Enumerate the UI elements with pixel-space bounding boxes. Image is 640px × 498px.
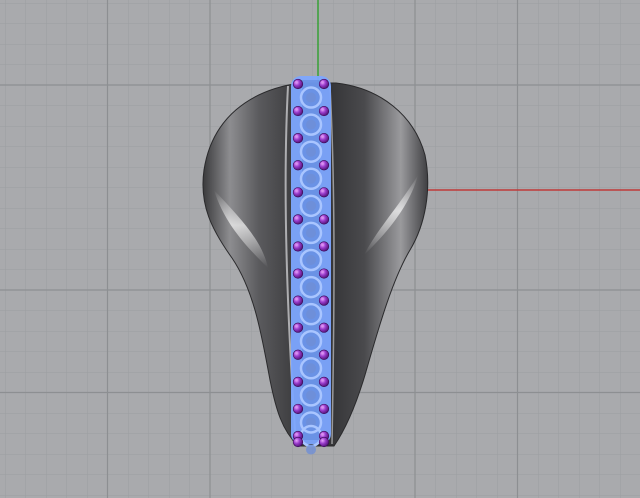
gem-left[interactable] xyxy=(292,133,304,144)
gem-right[interactable] xyxy=(318,105,330,117)
gem-right[interactable] xyxy=(318,133,330,144)
gem-right[interactable] xyxy=(318,187,330,198)
gem-left[interactable] xyxy=(292,187,304,198)
gem-right[interactable] xyxy=(318,349,330,360)
gem-right[interactable] xyxy=(318,403,330,415)
gem-left[interactable] xyxy=(292,78,304,90)
gem-right[interactable] xyxy=(318,241,330,252)
gem-glint xyxy=(321,189,324,192)
gem-glint xyxy=(321,351,324,355)
gem-glint xyxy=(295,432,298,436)
gem-glint xyxy=(295,216,298,219)
gem-glint xyxy=(295,135,298,138)
gem-left[interactable] xyxy=(292,214,304,225)
gem-glint xyxy=(295,270,298,274)
gem-glint xyxy=(295,243,298,246)
gem-left[interactable] xyxy=(292,349,304,360)
gem-glint xyxy=(295,351,298,355)
gem-right[interactable] xyxy=(318,295,330,306)
stone-seat xyxy=(306,227,316,238)
gem-glint xyxy=(321,162,324,165)
gem-left[interactable] xyxy=(292,322,304,333)
gem-glint xyxy=(321,135,324,138)
gem-left[interactable] xyxy=(292,105,304,117)
stone-channel-selected[interactable] xyxy=(291,76,331,455)
gem-left[interactable] xyxy=(292,403,304,415)
gem-glint xyxy=(321,243,324,246)
gem-glint xyxy=(321,378,324,382)
stone-seat xyxy=(306,363,316,374)
gem-left[interactable] xyxy=(292,295,304,306)
gem-right-end[interactable] xyxy=(318,436,330,448)
gem-glint xyxy=(321,107,324,111)
gem-glint xyxy=(295,405,298,409)
gem-glint xyxy=(321,216,324,219)
stone-seat xyxy=(306,444,316,455)
stone-seat xyxy=(306,119,316,130)
gem-glint xyxy=(321,324,324,328)
gem-glint xyxy=(295,80,298,84)
gem-left[interactable] xyxy=(292,268,304,279)
stone-seat xyxy=(306,146,316,157)
gem-glint xyxy=(321,432,324,436)
viewport-canvas[interactable] xyxy=(0,0,640,498)
gem-glint xyxy=(295,189,298,192)
gem-left-end[interactable] xyxy=(292,436,304,448)
gem-left[interactable] xyxy=(292,160,304,171)
gem-right[interactable] xyxy=(318,160,330,171)
stone-seat xyxy=(306,336,316,347)
stone-seat xyxy=(306,173,316,184)
stone-seat xyxy=(306,92,316,103)
gem-glint xyxy=(321,297,324,301)
gem-left[interactable] xyxy=(292,376,304,387)
gem-right[interactable] xyxy=(318,376,330,387)
stone-seat xyxy=(306,282,316,293)
stone-seat xyxy=(306,390,316,401)
gem-glint xyxy=(321,270,324,274)
3d-viewport[interactable] xyxy=(0,0,640,498)
gem-glint xyxy=(295,297,298,301)
gem-glint xyxy=(321,80,324,84)
gem-right[interactable] xyxy=(318,322,330,333)
stone-seat xyxy=(306,309,316,320)
gem-glint xyxy=(295,107,298,111)
gem-right[interactable] xyxy=(318,268,330,279)
gem-glint xyxy=(295,162,298,165)
gem-glint xyxy=(295,378,298,382)
gem-glint xyxy=(295,324,298,328)
stone-seat xyxy=(306,200,316,211)
gem-glint xyxy=(321,405,324,409)
stone-seat xyxy=(306,255,316,265)
gem-right[interactable] xyxy=(318,214,330,225)
gem-right[interactable] xyxy=(318,78,330,90)
gem-left[interactable] xyxy=(292,241,304,252)
